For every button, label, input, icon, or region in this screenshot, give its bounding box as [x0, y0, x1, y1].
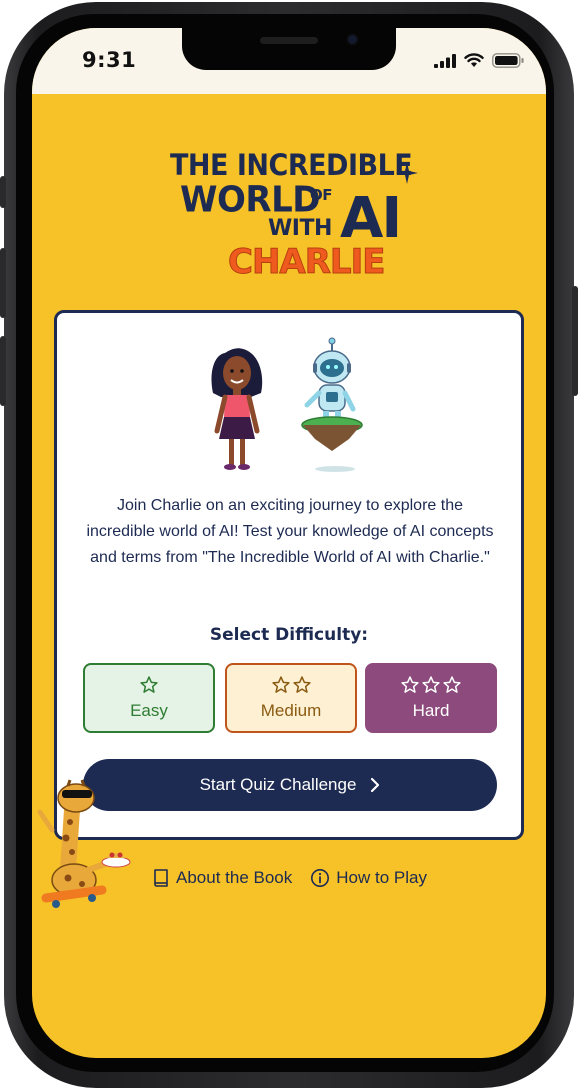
star-rating — [400, 675, 462, 695]
cellular-signal-icon — [434, 53, 456, 68]
front-camera — [346, 33, 359, 46]
wifi-icon — [464, 53, 484, 67]
book-icon — [154, 869, 168, 887]
star-rating — [139, 675, 159, 695]
intro-text: Join Charlie on an exciting journey to e… — [86, 497, 494, 566]
hard-label: Hard — [412, 701, 450, 720]
star-outline-icon — [443, 676, 461, 693]
speaker — [260, 37, 318, 44]
info-circle-icon — [311, 869, 330, 887]
how-to-play-label: How to Play — [336, 868, 427, 887]
star-rating — [271, 675, 312, 695]
title-charlie: CHARLIE — [227, 242, 385, 283]
mute-switch — [0, 176, 6, 208]
intro-card: Join Charlie on an exciting journey to e… — [54, 310, 524, 840]
hard-difficulty-button[interactable]: Hard — [365, 663, 497, 733]
status-icons — [434, 53, 524, 68]
select-difficulty-label: Select Difficulty: — [209, 625, 369, 645]
star-outline-icon — [422, 676, 440, 693]
sparkle-icon — [396, 162, 418, 184]
power-button — [572, 286, 578, 396]
star-outline-icon — [271, 676, 290, 693]
title-with: WITH — [268, 216, 332, 241]
easy-label: Easy — [130, 701, 168, 720]
star-outline-icon — [292, 676, 311, 693]
charlie-figure — [211, 348, 263, 470]
chevron-right-icon — [371, 777, 380, 793]
volume-down-button — [0, 336, 6, 406]
title-line-2: WORLD — [180, 179, 320, 221]
status-time: 9:31 — [82, 48, 137, 72]
robot-figure — [301, 337, 363, 472]
screen: 9:31 THE INCREDIBLE WORLD OF WITH AI CHA… — [32, 28, 546, 1058]
title-of: OF — [310, 186, 333, 204]
easy-difficulty-button[interactable]: Easy — [83, 663, 215, 733]
how-to-play-link[interactable]: How to Play — [310, 868, 427, 888]
status-bar: 9:31 — [32, 28, 546, 94]
medium-difficulty-button[interactable]: Medium — [225, 663, 357, 733]
title-logo: THE INCREDIBLE WORLD OF WITH AI CHARLIE — [170, 146, 418, 286]
medium-label: Medium — [260, 701, 322, 720]
footer-links: About the Book How to Play — [152, 868, 427, 888]
about-the-book-link[interactable]: About the Book — [152, 868, 292, 888]
star-outline-icon — [401, 676, 419, 693]
notch — [182, 28, 396, 70]
about-the-book-label: About the Book — [176, 868, 293, 887]
charlie-and-robot-illustration — [211, 337, 363, 472]
title-line-1: THE INCREDIBLE — [170, 148, 413, 183]
start-quiz-label: Start Quiz Challenge — [199, 775, 357, 794]
battery-icon — [492, 53, 524, 68]
volume-up-button — [0, 248, 6, 318]
star-outline-icon — [140, 676, 158, 693]
giraffe-mascot-illustration — [37, 779, 131, 908]
